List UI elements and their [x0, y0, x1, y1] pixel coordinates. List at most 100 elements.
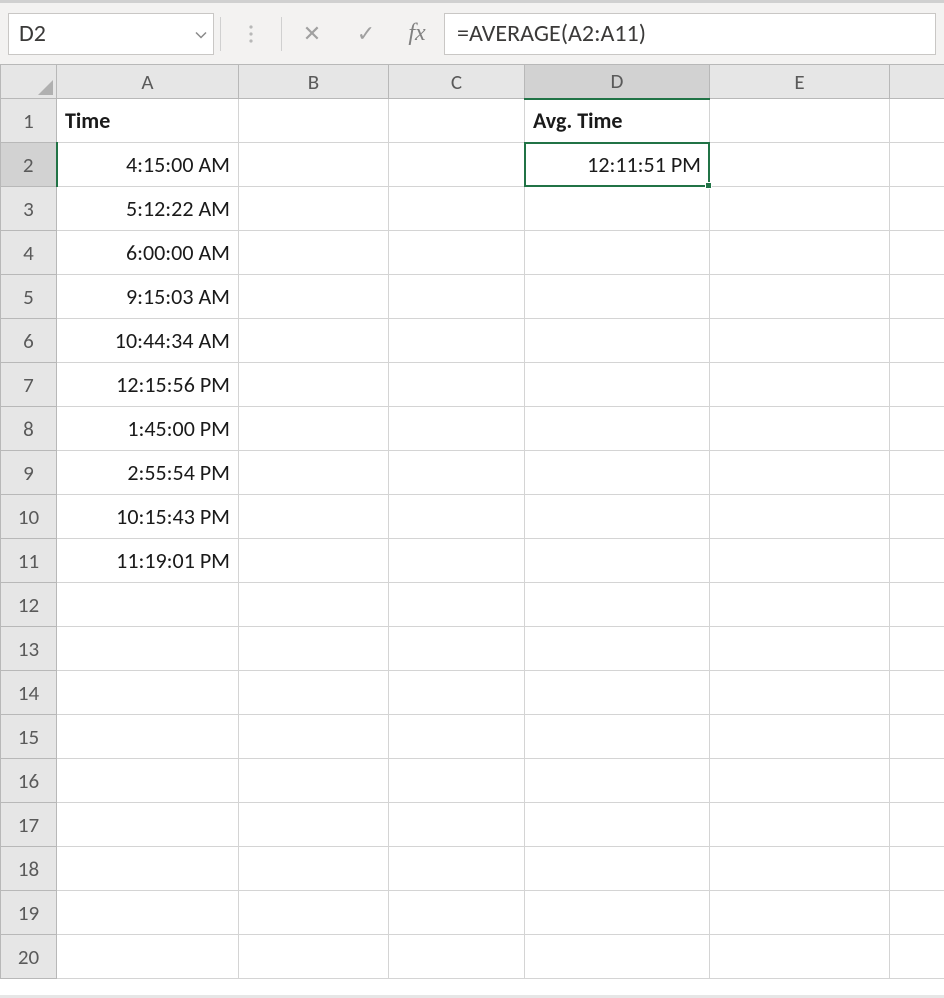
row-header-3[interactable]: 3 — [1, 187, 57, 231]
cell-D10[interactable] — [525, 495, 710, 539]
row-header-4[interactable]: 4 — [1, 231, 57, 275]
cell-E11[interactable] — [710, 539, 890, 583]
cell-F20[interactable] — [890, 935, 944, 979]
cell-E15[interactable] — [710, 715, 890, 759]
cell-B5[interactable] — [239, 275, 389, 319]
cell-E5[interactable] — [710, 275, 890, 319]
col-header-B[interactable]: B — [239, 65, 389, 99]
cell-D17[interactable] — [525, 803, 710, 847]
cell-E9[interactable] — [710, 451, 890, 495]
name-box[interactable]: D2 — [8, 13, 214, 55]
row-header-16[interactable]: 16 — [1, 759, 57, 803]
cell-A20[interactable] — [57, 935, 239, 979]
cell-A11[interactable]: 11:19:01 PM — [57, 539, 239, 583]
cell-F19[interactable] — [890, 891, 944, 935]
cell-C4[interactable] — [389, 231, 525, 275]
col-header-D[interactable]: D — [525, 65, 710, 99]
row-header-1[interactable]: 1 — [1, 99, 57, 143]
cell-E18[interactable] — [710, 847, 890, 891]
cell-D14[interactable] — [525, 671, 710, 715]
cell-B9[interactable] — [239, 451, 389, 495]
cell-B20[interactable] — [239, 935, 389, 979]
cell-C6[interactable] — [389, 319, 525, 363]
col-header-A[interactable]: A — [57, 65, 239, 99]
select-all-corner[interactable] — [1, 65, 57, 99]
cell-A4[interactable]: 6:00:00 AM — [57, 231, 239, 275]
cell-D20[interactable] — [525, 935, 710, 979]
cell-A5[interactable]: 9:15:03 AM — [57, 275, 239, 319]
cell-A6[interactable]: 10:44:34 AM — [57, 319, 239, 363]
formula-input[interactable] — [444, 13, 936, 55]
row-header-2[interactable]: 2 — [1, 143, 57, 187]
cell-C19[interactable] — [389, 891, 525, 935]
cell-C11[interactable] — [389, 539, 525, 583]
cell-C1[interactable] — [389, 99, 525, 143]
cell-E2[interactable] — [710, 143, 890, 187]
cell-F2[interactable] — [890, 143, 944, 187]
cell-F1[interactable] — [890, 99, 944, 143]
row-header-7[interactable]: 7 — [1, 363, 57, 407]
cell-D3[interactable] — [525, 187, 710, 231]
cell-F12[interactable] — [890, 583, 944, 627]
cell-F5[interactable] — [890, 275, 944, 319]
cell-C9[interactable] — [389, 451, 525, 495]
cell-E1[interactable] — [710, 99, 890, 143]
cell-A1[interactable]: Time — [57, 99, 239, 143]
row-header-14[interactable]: 14 — [1, 671, 57, 715]
cell-E10[interactable] — [710, 495, 890, 539]
cell-A16[interactable] — [57, 759, 239, 803]
cell-C7[interactable] — [389, 363, 525, 407]
cell-B6[interactable] — [239, 319, 389, 363]
cell-D2[interactable]: 12:11:51 PM — [525, 143, 710, 187]
row-header-9[interactable]: 9 — [1, 451, 57, 495]
cancel-button[interactable]: ✕ — [288, 13, 336, 55]
row-header-11[interactable]: 11 — [1, 539, 57, 583]
cell-E20[interactable] — [710, 935, 890, 979]
fx-label[interactable]: fx — [396, 20, 438, 47]
cell-F3[interactable] — [890, 187, 944, 231]
cell-D15[interactable] — [525, 715, 710, 759]
cell-F9[interactable] — [890, 451, 944, 495]
cell-F16[interactable] — [890, 759, 944, 803]
cell-F15[interactable] — [890, 715, 944, 759]
cell-D9[interactable] — [525, 451, 710, 495]
cell-A12[interactable] — [57, 583, 239, 627]
cell-D8[interactable] — [525, 407, 710, 451]
row-header-17[interactable]: 17 — [1, 803, 57, 847]
cell-A18[interactable] — [57, 847, 239, 891]
cell-D12[interactable] — [525, 583, 710, 627]
cell-E13[interactable] — [710, 627, 890, 671]
cell-C10[interactable] — [389, 495, 525, 539]
expand-button[interactable] — [227, 13, 275, 55]
cell-B17[interactable] — [239, 803, 389, 847]
cell-E12[interactable] — [710, 583, 890, 627]
cell-B18[interactable] — [239, 847, 389, 891]
cell-A10[interactable]: 10:15:43 PM — [57, 495, 239, 539]
cell-A13[interactable] — [57, 627, 239, 671]
cell-E4[interactable] — [710, 231, 890, 275]
cell-F8[interactable] — [890, 407, 944, 451]
cell-A8[interactable]: 1:45:00 PM — [57, 407, 239, 451]
cell-B16[interactable] — [239, 759, 389, 803]
cell-F18[interactable] — [890, 847, 944, 891]
cell-C15[interactable] — [389, 715, 525, 759]
cell-B14[interactable] — [239, 671, 389, 715]
cell-C2[interactable] — [389, 143, 525, 187]
cell-B1[interactable] — [239, 99, 389, 143]
cell-E16[interactable] — [710, 759, 890, 803]
row-header-13[interactable]: 13 — [1, 627, 57, 671]
cell-F11[interactable] — [890, 539, 944, 583]
cell-C12[interactable] — [389, 583, 525, 627]
row-header-18[interactable]: 18 — [1, 847, 57, 891]
cell-D13[interactable] — [525, 627, 710, 671]
cell-C17[interactable] — [389, 803, 525, 847]
cell-A9[interactable]: 2:55:54 PM — [57, 451, 239, 495]
cell-B11[interactable] — [239, 539, 389, 583]
cell-D1[interactable]: Avg. Time — [525, 99, 710, 143]
cell-B12[interactable] — [239, 583, 389, 627]
cell-C13[interactable] — [389, 627, 525, 671]
col-header-E[interactable]: E — [710, 65, 890, 99]
cell-F10[interactable] — [890, 495, 944, 539]
cell-E14[interactable] — [710, 671, 890, 715]
cell-B2[interactable] — [239, 143, 389, 187]
